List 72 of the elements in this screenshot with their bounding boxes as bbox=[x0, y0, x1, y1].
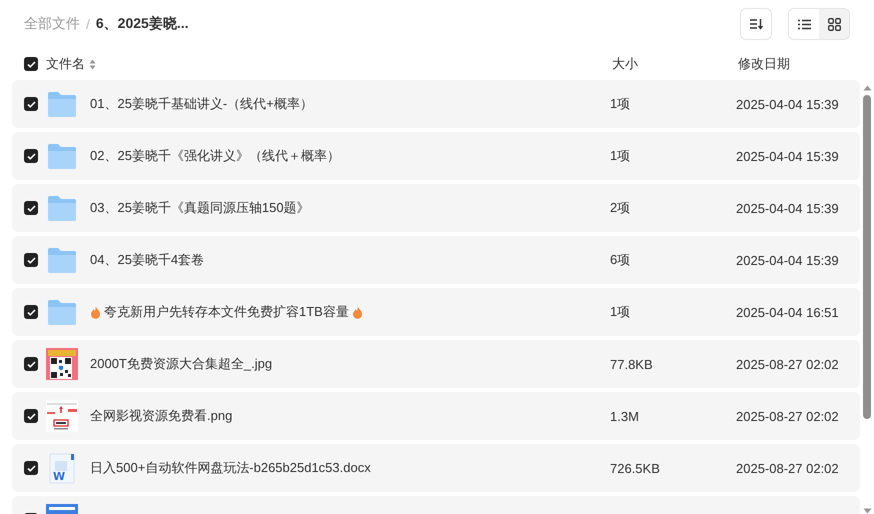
file-name[interactable]: 2000T免费资源大合集超全_.jpg bbox=[90, 355, 272, 373]
file-name[interactable]: 01、25姜晓千基础讲义-（线代+概率） bbox=[90, 95, 313, 113]
list-icon bbox=[798, 18, 810, 30]
checkmark-icon bbox=[26, 308, 36, 316]
file-size: 1.3M bbox=[610, 408, 639, 424]
scroll-down-icon[interactable] bbox=[862, 508, 872, 514]
file-name[interactable]: 04、25姜晓千4套卷 bbox=[90, 251, 204, 269]
file-size: 726.5KB bbox=[610, 460, 660, 476]
row-checkbox[interactable] bbox=[24, 201, 38, 215]
file-size: 1项 bbox=[610, 304, 630, 319]
file-row[interactable]: 全网影视资源免费看.png 1.3M 2025-08-27 02:02 bbox=[12, 392, 860, 440]
file-size: 1项 bbox=[610, 148, 630, 163]
modified-date: 2025-04-04 16:51 bbox=[736, 304, 839, 320]
sort-icon bbox=[749, 18, 763, 30]
modified-date: 2025-04-04 15:39 bbox=[736, 200, 839, 216]
checkmark-icon bbox=[26, 360, 36, 368]
file-row[interactable]: 01、25姜晓千基础讲义-（线代+概率） 1项 2025-04-04 15:39 bbox=[12, 80, 860, 128]
checkmark-icon bbox=[26, 204, 36, 212]
checkmark-icon bbox=[26, 464, 36, 472]
file-row[interactable]: 夸克新用户先转存本文件免费扩容1TB容量 1项 2025-04-04 16:51 bbox=[12, 288, 860, 336]
row-checkbox[interactable] bbox=[24, 357, 38, 371]
name-column-header[interactable]: 文件名 bbox=[46, 55, 85, 73]
file-row[interactable]: W 日入500+自动软件网盘玩法-b265b25d1c53.docx 726.5KB 2025-08-27 02:02 bbox=[12, 444, 860, 492]
sort-button[interactable] bbox=[740, 8, 772, 40]
select-all-checkbox[interactable] bbox=[24, 57, 38, 71]
folder-icon bbox=[47, 298, 77, 326]
size-column-header: 大小 bbox=[612, 55, 639, 73]
qr-code-thumbnail bbox=[46, 348, 78, 380]
modified-date: 2025-08-27 02:02 bbox=[736, 356, 839, 372]
breadcrumb-item: 6、2025姜晓... bbox=[96, 15, 188, 33]
file-name[interactable]: 夸克新用户先转存本文件免费扩容1TB容量 bbox=[104, 303, 349, 321]
row-checkbox[interactable] bbox=[24, 461, 38, 475]
file-size: 6项 bbox=[610, 252, 630, 267]
file-row[interactable]: 03、25姜晓千《真题同源压轴150题》 2项 2025-04-04 15:39 bbox=[12, 184, 860, 232]
modified-date: 2025-04-04 15:39 bbox=[736, 96, 839, 112]
row-checkbox[interactable] bbox=[24, 97, 38, 111]
folder-icon bbox=[47, 194, 77, 222]
file-name[interactable]: 全网影视资源免费看.png bbox=[90, 407, 232, 425]
row-checkbox[interactable] bbox=[24, 149, 38, 163]
scroll-up-icon[interactable] bbox=[862, 85, 872, 91]
checkmark-icon bbox=[26, 256, 36, 264]
file-row[interactable]: 2000T免费资源大合集超全_.jpg 77.8KB 2025-08-27 02:02 bbox=[12, 340, 860, 388]
modified-date: 2025-08-27 02:02 bbox=[736, 460, 839, 476]
row-checkbox[interactable] bbox=[24, 305, 38, 319]
date-column-header: 修改日期 bbox=[738, 55, 791, 73]
folder-icon bbox=[47, 90, 77, 118]
file-size: 77.8KB bbox=[610, 356, 653, 372]
file-size: 2项 bbox=[610, 200, 630, 215]
file-row[interactable]: 02、25姜晓千《强化讲义》（线代＋概率） 1项 2025-04-04 15:39 bbox=[12, 132, 860, 180]
file-name[interactable]: 02、25姜晓千《强化讲义》（线代＋概率） bbox=[90, 147, 340, 165]
file-row[interactable]: 04、25姜晓千4套卷 6项 2025-04-04 15:39 bbox=[12, 236, 860, 284]
sort-arrows-icon[interactable] bbox=[89, 58, 96, 70]
file-name[interactable]: 03、25姜晓千《真题同源压轴150题》 bbox=[90, 199, 310, 217]
row-checkbox[interactable] bbox=[24, 409, 38, 423]
folder-icon bbox=[47, 246, 77, 274]
flame-icon bbox=[352, 306, 363, 318]
checkmark-icon bbox=[26, 60, 36, 68]
breadcrumb-separator: / bbox=[86, 16, 90, 32]
checkmark-icon bbox=[26, 100, 36, 108]
row-checkbox[interactable] bbox=[24, 253, 38, 267]
checkmark-icon bbox=[26, 152, 36, 160]
modified-date: 2025-04-04 15:39 bbox=[736, 148, 839, 164]
word-document-icon: W bbox=[49, 452, 75, 484]
file-size: 1项 bbox=[610, 96, 630, 111]
grid-view-button[interactable] bbox=[819, 9, 849, 39]
checkmark-icon bbox=[26, 412, 36, 420]
modified-date: 2025-04-04 15:39 bbox=[736, 252, 839, 268]
poster-thumbnail bbox=[46, 400, 78, 432]
grid-icon bbox=[828, 18, 840, 30]
folder-icon bbox=[47, 142, 77, 170]
file-name[interactable]: 日入500+自动软件网盘玩法-b265b25d1c53.docx bbox=[90, 459, 371, 477]
modified-date: 2025-08-27 02:02 bbox=[736, 408, 839, 424]
